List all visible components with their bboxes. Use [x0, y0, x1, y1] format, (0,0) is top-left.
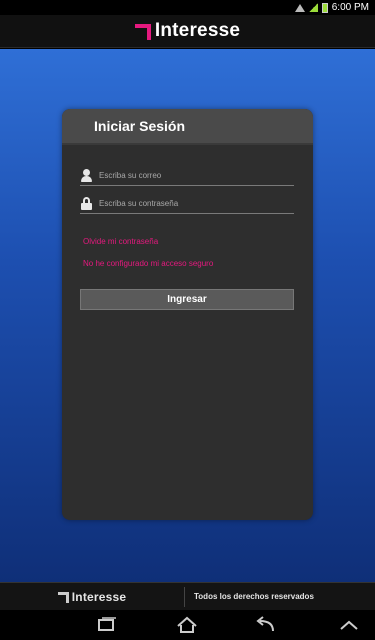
email-input[interactable] — [99, 171, 289, 180]
footer: Interesse Todos los derechos reservados — [0, 582, 375, 610]
wifi-icon — [294, 3, 305, 12]
up-icon[interactable] — [336, 616, 362, 634]
footer-logo-text: Interesse — [71, 589, 127, 604]
secure-access-link[interactable]: No he configurado mi acceso seguro — [83, 259, 213, 268]
nav-bar — [0, 610, 375, 640]
footer-logo: Interesse — [0, 590, 184, 604]
home-icon[interactable] — [174, 616, 200, 634]
app-bar: Interesse — [0, 15, 375, 48]
password-field[interactable] — [80, 194, 294, 214]
logo-text: Interesse — [154, 20, 241, 41]
forgot-password-link[interactable]: Olvide mi contraseña — [83, 237, 158, 246]
status-bar: 6:00 PM — [0, 0, 375, 15]
status-time: 6:00 PM — [331, 2, 369, 13]
email-field[interactable] — [80, 166, 294, 186]
login-card-header: Iniciar Sesión — [62, 109, 313, 145]
footer-rights: Todos los derechos reservados — [194, 592, 314, 601]
login-title: Iniciar Sesión — [94, 118, 186, 134]
login-button[interactable]: Ingresar — [80, 289, 294, 310]
logo-mark-icon — [134, 22, 153, 40]
user-icon — [80, 169, 93, 182]
signal-icon — [308, 3, 318, 12]
back-icon[interactable] — [253, 616, 279, 634]
login-card: Iniciar Sesión Olvide mi contraseña No h… — [62, 109, 313, 520]
password-input[interactable] — [99, 199, 289, 208]
app-logo: Interesse — [134, 20, 241, 42]
lock-icon — [80, 197, 93, 210]
recent-apps-icon[interactable] — [93, 616, 119, 634]
footer-logo-mark-icon — [57, 591, 70, 603]
battery-icon — [321, 2, 328, 13]
